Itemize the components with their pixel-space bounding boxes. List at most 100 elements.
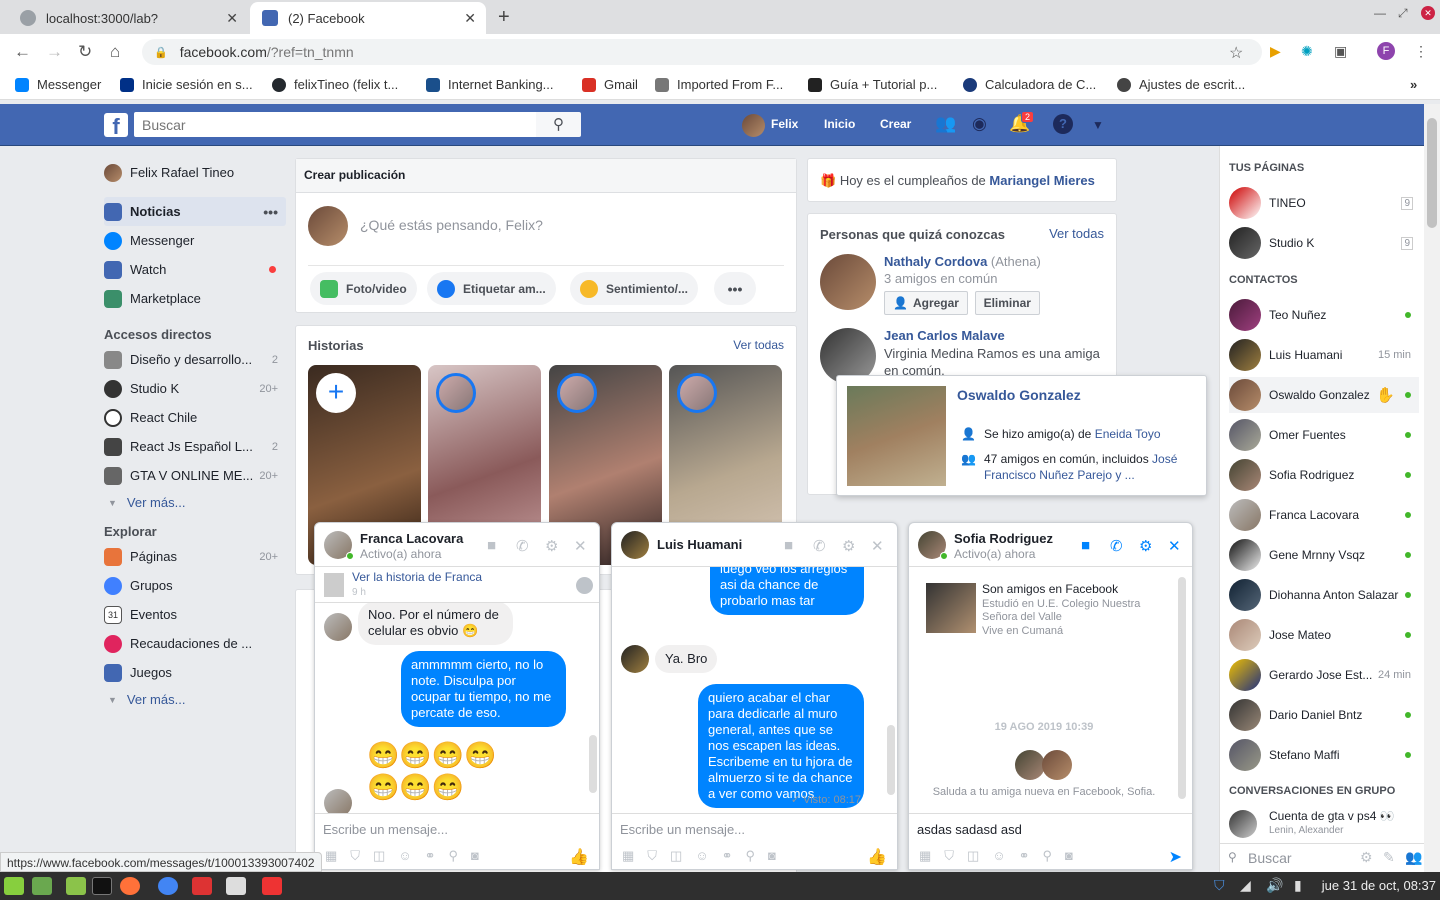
shortcut-item[interactable]: Studio K 20+ <box>104 374 286 403</box>
clock[interactable]: jue 31 de oct, 08:37 <box>1322 878 1436 893</box>
more-options-icon[interactable]: ••• <box>263 204 278 220</box>
fb-search-input[interactable] <box>134 112 536 137</box>
chat-header[interactable]: Franca Lacovara Activo(a) ahora ■ ✆ ⚙ ✕ <box>315 523 599 567</box>
bookmark-item[interactable]: Inicie sesión en s... <box>120 77 253 92</box>
chat-name[interactable]: Luis Huamani <box>657 537 742 552</box>
person-name-link[interactable]: Nathaly Cordova <box>884 254 987 269</box>
folder-icon[interactable] <box>66 877 86 895</box>
bookmark-item[interactable]: Guía + Tutorial p... <box>808 77 937 92</box>
bookmark-item[interactable]: Imported From F... <box>655 77 783 92</box>
gear-icon[interactable]: ⚙ <box>842 537 855 555</box>
photo-video-button[interactable]: Foto/video <box>310 272 417 305</box>
more-options-icon[interactable]: ••• <box>714 272 756 305</box>
phone-icon[interactable]: ✆ <box>813 537 826 555</box>
explore-item[interactable]: Recaudaciones de ... <box>104 629 286 658</box>
like-icon[interactable]: 👍 <box>867 847 887 867</box>
new-message-icon[interactable]: ✎ <box>1383 849 1395 866</box>
shortcut-item[interactable]: React Js Español L... 2 <box>104 432 286 461</box>
home-icon[interactable]: ⌂ <box>110 42 120 62</box>
contact-item[interactable]: Franca Lacovara <box>1229 497 1419 533</box>
forward-icon[interactable]: → <box>46 42 63 62</box>
contact-item[interactable]: Omer Fuentes <box>1229 417 1419 453</box>
close-window-icon[interactable]: ✕ <box>1421 6 1435 20</box>
minimize-icon[interactable]: — <box>1374 6 1386 20</box>
close-icon[interactable]: ✕ <box>464 10 476 27</box>
chat-header[interactable]: Sofia Rodriguez Activo(a) ahora ■ ✆ ⚙ ✕ <box>909 523 1192 567</box>
contact-item[interactable]: Luis Huamani 15 min <box>1229 337 1419 373</box>
url-field[interactable]: 🔒 facebook.com/?ref=tn_tnmn <box>142 39 1262 65</box>
friend-requests-icon[interactable]: 👥 <box>935 114 956 134</box>
explore-item[interactable]: Grupos <box>104 571 286 600</box>
bookmark-item[interactable]: felixTineo (felix t... <box>272 77 398 92</box>
sidebar-item-marketplace[interactable]: Marketplace <box>104 284 286 313</box>
scrollbar-thumb[interactable] <box>1427 118 1437 228</box>
chat-scrollbar[interactable] <box>887 725 895 795</box>
person-name-link[interactable]: Jean Carlos Malave <box>884 328 1005 343</box>
show-desktop-icon[interactable] <box>32 877 52 895</box>
chat-name[interactable]: Franca Lacovara <box>360 531 463 546</box>
avatar[interactable] <box>742 114 765 137</box>
close-icon[interactable]: ✕ <box>1168 537 1181 555</box>
search-icon[interactable]: ⚲ <box>536 112 581 137</box>
new-tab-button[interactable]: + <box>498 6 510 29</box>
close-icon[interactable]: ✕ <box>226 10 238 27</box>
bookmark-item[interactable]: Gmail <box>582 77 638 92</box>
contact-item[interactable]: Diohanna Anton Salazar <box>1229 577 1419 613</box>
video-call-icon[interactable]: ■ <box>487 537 496 554</box>
shortcut-item[interactable]: GTA V ONLINE ME... 20+ <box>104 461 286 490</box>
phone-icon[interactable]: ✆ <box>1110 537 1123 555</box>
close-icon[interactable]: ✕ <box>574 537 587 555</box>
avatar[interactable] <box>820 254 876 310</box>
profile-link[interactable]: Felix Rafael Tineo <box>104 158 286 187</box>
gear-icon[interactable]: ⚙ <box>1360 849 1373 866</box>
extension-react-icon[interactable]: ✺ <box>1301 43 1313 60</box>
chat-scrollbar[interactable] <box>1178 577 1186 799</box>
hovercard-photo[interactable] <box>847 386 946 486</box>
tab-localhost[interactable]: localhost:3000/lab? ✕ <box>8 2 248 34</box>
story-banner[interactable]: Ver la historia de Franca 9 h <box>315 567 599 603</box>
hovercard-link[interactable]: Eneida Toyo <box>1095 427 1161 441</box>
reload-icon[interactable]: ↻ <box>78 42 92 62</box>
contact-item[interactable]: Sofia Rodriguez <box>1229 457 1419 493</box>
new-group-icon[interactable]: 👥 <box>1405 849 1422 866</box>
app-icon[interactable] <box>262 877 282 895</box>
phone-icon[interactable]: ✆ <box>516 537 529 555</box>
tab-facebook[interactable]: (2) Facebook ✕ <box>250 2 486 34</box>
explore-item[interactable]: Páginas 20+ <box>104 542 286 571</box>
explore-item[interactable]: Juegos <box>104 658 286 687</box>
facebook-logo-icon[interactable]: f <box>104 113 128 139</box>
shortcut-item[interactable]: Diseño y desarrollo... 2 <box>104 345 286 374</box>
profile-link[interactable]: Felix <box>771 117 798 131</box>
feeling-button[interactable]: Sentimiento/... <box>570 272 699 305</box>
contacts-search[interactable]: ⚲ Buscar ⚙ ✎ 👥 <box>1219 843 1424 872</box>
tag-friends-button[interactable]: Etiquetar am... <box>427 272 556 305</box>
group-conversation-item[interactable]: Cuenta de gta v ps4 👀 Lenin, Alexander <box>1229 806 1419 842</box>
extension-camera-icon[interactable]: ▣ <box>1334 43 1347 60</box>
firefox-icon[interactable] <box>120 877 140 895</box>
add-friend-button[interactable]: 👤 Agregar <box>884 291 968 315</box>
contact-item[interactable]: Oswaldo Gonzalez ✋ <box>1229 377 1419 413</box>
composer-input[interactable]: ¿Qué estás pensando, Felix? <box>360 217 543 233</box>
pymk-see-all-link[interactable]: Ver todas <box>1049 226 1104 241</box>
app-icon[interactable] <box>226 877 246 895</box>
profile-photo[interactable] <box>926 583 976 633</box>
profile-avatar[interactable]: F <box>1377 42 1395 60</box>
menu-icon[interactable] <box>4 877 24 895</box>
app-icon[interactable] <box>192 877 212 895</box>
battery-icon[interactable]: ▮ <box>1294 877 1302 894</box>
page-scrollbar[interactable] <box>1424 104 1440 872</box>
home-link[interactable]: Inicio <box>824 117 855 131</box>
chat-header[interactable]: Luis Huamani ■ ✆ ⚙ ✕ <box>612 523 897 567</box>
see-more-shortcuts[interactable]: ▼ Ver más... <box>104 495 185 510</box>
see-all-stories-link[interactable]: Ver todas <box>733 338 784 352</box>
story-link[interactable]: Ver la historia de Franca <box>352 570 482 584</box>
sidebar-item-messenger[interactable]: Messenger <box>104 226 286 255</box>
shortcut-item[interactable]: React Chile <box>104 403 286 432</box>
send-icon[interactable]: ➤ <box>1169 847 1182 867</box>
see-more-explore[interactable]: ▼ Ver más... <box>104 692 185 707</box>
video-call-icon[interactable]: ■ <box>1081 537 1090 554</box>
menu-icon[interactable]: ⋮ <box>1414 43 1428 60</box>
contact-item[interactable]: Gerardo Jose Est... 24 min <box>1229 657 1419 693</box>
remove-button[interactable]: Eliminar <box>974 291 1040 315</box>
message-input[interactable]: asdas sadasd asd <box>917 822 1022 837</box>
